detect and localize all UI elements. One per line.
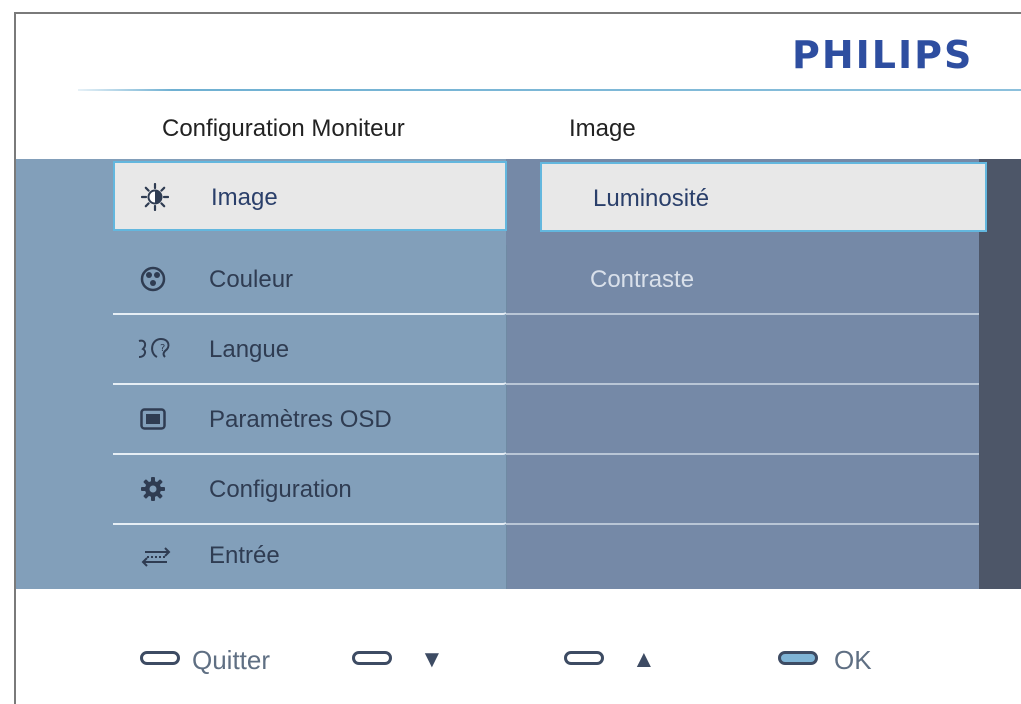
submenu-title: Image bbox=[569, 115, 636, 142]
menu-item-entree[interactable]: Entrée bbox=[113, 525, 507, 589]
down-button-icon[interactable] bbox=[352, 651, 392, 665]
submenu-item-luminosite[interactable]: Luminosité bbox=[540, 162, 987, 232]
submenu-item-contraste[interactable]: Contraste bbox=[506, 245, 979, 315]
menu-item-image[interactable]: Image bbox=[113, 161, 507, 231]
header-divider bbox=[78, 89, 1021, 91]
submenu-item-label: Contraste bbox=[590, 266, 695, 293]
input-arrows-icon bbox=[139, 543, 173, 571]
svg-text:?: ? bbox=[160, 343, 165, 354]
submenu-item-label: Luminosité bbox=[593, 185, 710, 212]
osd-screen-icon bbox=[139, 405, 167, 433]
menu-item-label: Entrée bbox=[209, 542, 280, 569]
menu-item-couleur[interactable]: Couleur bbox=[113, 245, 507, 315]
osd-window: PHILIPS Configuration Moniteur Image Ima… bbox=[14, 12, 1021, 704]
menu-item-langue[interactable]: ? Langue bbox=[113, 315, 507, 385]
philips-logo: PHILIPS bbox=[792, 33, 974, 77]
menu-item-label: Configuration bbox=[209, 476, 352, 503]
brightness-icon bbox=[141, 183, 169, 211]
color-palette-icon bbox=[139, 265, 167, 293]
language-icon: ? bbox=[135, 335, 175, 363]
menu-item-label: Paramètres OSD bbox=[209, 406, 392, 433]
ok-button-icon[interactable] bbox=[778, 651, 818, 665]
gear-icon bbox=[139, 475, 167, 503]
menu-item-label: Langue bbox=[209, 336, 290, 363]
menu-item-parametres-osd[interactable]: Paramètres OSD bbox=[113, 385, 507, 455]
submenu-item-empty bbox=[506, 455, 979, 525]
submenu-item-empty bbox=[506, 385, 979, 455]
up-button-icon[interactable] bbox=[564, 651, 604, 665]
menu-item-label: Couleur bbox=[209, 266, 294, 293]
submenu-item-empty bbox=[506, 315, 979, 385]
menu-item-configuration[interactable]: Configuration bbox=[113, 455, 507, 525]
ok-label: OK bbox=[834, 645, 872, 675]
menu-area: Image Couleur ? Langue Paramètres OSD Co… bbox=[16, 159, 1021, 589]
quit-button-icon[interactable] bbox=[140, 651, 180, 665]
up-arrow-icon: ▲ bbox=[632, 646, 656, 673]
quit-label: Quitter bbox=[192, 645, 271, 675]
down-arrow-icon: ▼ bbox=[420, 646, 444, 673]
menu-item-label: Image bbox=[211, 184, 278, 211]
main-menu-title: Configuration Moniteur bbox=[162, 115, 405, 142]
